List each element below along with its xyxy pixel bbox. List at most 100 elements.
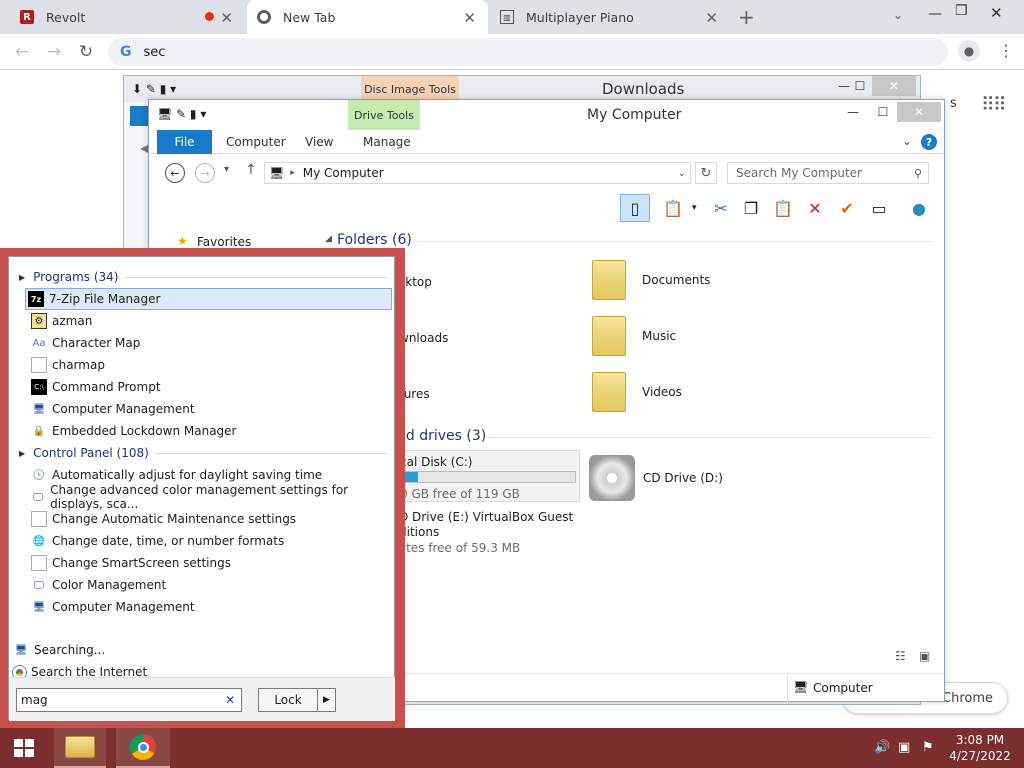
folder-downloads-label[interactable]: wnloads <box>399 331 448 345</box>
result-smartscreen[interactable]: Change SmartScreen settings <box>9 552 395 574</box>
ribbon-expand-chevron-icon[interactable]: ⌄ <box>902 134 912 148</box>
folder-label: Videos <box>642 385 682 399</box>
copy-icon[interactable]: ❐ <box>739 196 763 220</box>
forward-arrow-icon[interactable]: → <box>195 163 215 183</box>
result-automatic-maintenance[interactable]: Change Automatic Maintenance settings <box>9 508 395 530</box>
action-center-flag-icon[interactable]: ⚑ <box>922 740 934 755</box>
restore-icon[interactable]: ❐ <box>955 3 968 19</box>
taskbar-chrome[interactable] <box>116 728 170 768</box>
close-window-icon[interactable]: ✕ <box>897 102 941 122</box>
status-computer: Computer <box>813 681 873 695</box>
music-folder-icon <box>592 316 626 356</box>
up-arrow-icon[interactable]: ↑ <box>245 162 257 178</box>
drive-c-name: cal Disk (C:) <box>400 455 473 469</box>
start-button[interactable] <box>0 728 48 768</box>
tab-search-chevron-icon[interactable]: ⌄ <box>893 8 903 22</box>
result-date-time-formats[interactable]: 🌐 Change date, time, or number formats <box>9 530 395 552</box>
category-programs[interactable]: ▶ Programs (34) <box>9 266 395 288</box>
power-options-arrow-icon[interactable]: ▶ <box>317 689 335 711</box>
back-arrow-icon[interactable]: ← <box>10 40 34 64</box>
clear-search-icon[interactable]: ✕ <box>225 693 235 707</box>
result-7zip[interactable]: 7z 7-Zip File Manager <box>25 288 392 310</box>
menu-kebab-icon[interactable]: ⋮ <box>998 41 1014 60</box>
layout-pane-icon[interactable]: ▯ <box>620 194 650 222</box>
close-tab-icon[interactable]: ✕ <box>463 9 476 27</box>
folder-videos[interactable]: Videos <box>592 372 682 412</box>
result-command-prompt[interactable]: C:\ Command Prompt <box>9 376 395 398</box>
recent-locations-chevron-icon[interactable]: ▾ <box>224 164 229 175</box>
drive-e-name-line1[interactable]: D Drive (E:) VirtualBox Guest <box>399 510 573 524</box>
tab-manage[interactable]: Manage <box>351 130 423 154</box>
close-tab-icon[interactable]: ✕ <box>705 9 718 27</box>
minimize-icon[interactable]: — <box>928 6 942 22</box>
start-menu-footer: mag ✕ Lock ▶ <box>9 677 395 721</box>
reload-icon[interactable]: ↻ <box>74 40 98 64</box>
taskbar-file-explorer[interactable] <box>54 728 106 768</box>
profile-avatar-icon[interactable]: ● <box>958 40 980 62</box>
clock-icon: 🕓 <box>32 469 46 481</box>
file-icon <box>31 357 47 373</box>
maximize-icon[interactable]: ☐ <box>846 76 874 96</box>
address-bar[interactable]: 🖥 ▸ My Computer ⌄ <box>264 162 691 184</box>
drive-c-tile[interactable]: cal Disk (C:) 0 GB free of 119 GB <box>397 450 580 502</box>
refresh-icon[interactable]: ↻ <box>695 162 717 184</box>
rename-icon[interactable]: ▭ <box>867 196 891 220</box>
shell-icon[interactable]: ● <box>907 196 931 220</box>
tab-new-tab[interactable]: New Tab ✕ <box>247 0 488 34</box>
tab-computer[interactable]: Computer <box>214 130 298 154</box>
tab-view[interactable]: View <box>293 130 345 154</box>
address-bar[interactable]: G sec <box>108 38 948 66</box>
favorites-label[interactable]: Favorites <box>197 235 251 249</box>
apps-grid-icon[interactable]: ⠿⠿ <box>981 94 1007 116</box>
close-window-icon[interactable]: ✕ <box>872 76 916 96</box>
result-embedded-lockdown[interactable]: 🔒 Embedded Lockdown Manager <box>9 420 395 442</box>
tab-multiplayer-piano[interactable]: ▥ Multiplayer Piano ✕ <box>490 0 730 34</box>
volume-icon[interactable]: 🔊 <box>874 740 890 755</box>
address-dropdown-icon[interactable]: ⌄ <box>678 168 686 179</box>
file-icon <box>31 555 47 571</box>
google-g-icon: G <box>120 44 132 60</box>
properties-icon[interactable]: 📋 <box>661 196 685 220</box>
new-tab-plus-icon[interactable]: + <box>738 5 755 29</box>
drive-tools-tab[interactable]: Drive Tools <box>348 100 420 130</box>
delete-icon[interactable]: ✕ <box>803 196 827 220</box>
drives-header[interactable]: nd drives (3) <box>397 428 486 444</box>
search-input[interactable]: Search My Computer ⚲ <box>727 162 929 184</box>
category-control-panel[interactable]: ▶ Control Panel (108) <box>9 442 395 464</box>
properties-dropdown-icon[interactable]: ▾ <box>692 203 697 213</box>
quick-access-toolbar-icon[interactable]: ⬇ ✎ ▮ ▾ <box>132 82 176 96</box>
close-tab-icon[interactable]: ✕ <box>220 9 233 27</box>
back-arrow-icon[interactable]: ← <box>165 163 185 183</box>
checkmark-icon[interactable]: ✔ <box>835 196 859 220</box>
result-azman[interactable]: ⚙ azman <box>9 310 395 332</box>
folder-music[interactable]: Music <box>592 316 676 356</box>
large-icons-view-icon[interactable]: ▣ <box>919 649 930 663</box>
cut-icon[interactable]: ✂ <box>709 196 733 220</box>
collapse-folders-icon[interactable]: ◢ <box>325 234 332 244</box>
network-icon[interactable]: ▣ <box>898 740 910 755</box>
close-browser-icon[interactable]: ✕ <box>990 4 1003 22</box>
lock-button[interactable]: Lock ▶ <box>258 688 336 712</box>
minimize-icon[interactable]: — <box>839 102 867 122</box>
result-computer-management-cp[interactable]: 🖥 Computer Management <box>9 596 395 618</box>
status-divider <box>787 674 788 702</box>
help-icon[interactable]: ? <box>921 134 937 150</box>
result-computer-management[interactable]: 🖥 Computer Management <box>9 398 395 420</box>
tab-revolt[interactable]: R Revolt ✕ <box>10 0 245 34</box>
tab-file[interactable]: File <box>157 130 212 154</box>
forward-arrow-icon[interactable]: → <box>42 40 66 64</box>
maximize-icon[interactable]: ☐ <box>869 102 897 122</box>
result-character-map[interactable]: Aa Character Map <box>9 332 395 354</box>
result-color-management-advanced[interactable]: 🖵 Change advanced color management setti… <box>9 483 395 511</box>
folders-header[interactable]: Folders (6) <box>337 232 412 248</box>
result-color-management[interactable]: 🖵 Color Management <box>9 574 395 596</box>
system-clock[interactable]: 3:08 PM 4/27/2022 <box>946 732 1014 764</box>
display-icon: 🖵 <box>33 491 43 503</box>
paste-icon[interactable]: 📋 <box>771 196 795 220</box>
result-charmap[interactable]: charmap <box>9 354 395 376</box>
quick-access-toolbar-icon[interactable]: 🖥 ✎ ▮ ▾ <box>157 107 206 121</box>
details-view-icon[interactable]: ☷ <box>895 649 906 663</box>
drive-d-tile[interactable]: CD Drive (D:) <box>589 455 723 501</box>
start-search-input[interactable]: mag ✕ <box>16 688 242 712</box>
folder-documents[interactable]: Documents <box>592 260 710 300</box>
